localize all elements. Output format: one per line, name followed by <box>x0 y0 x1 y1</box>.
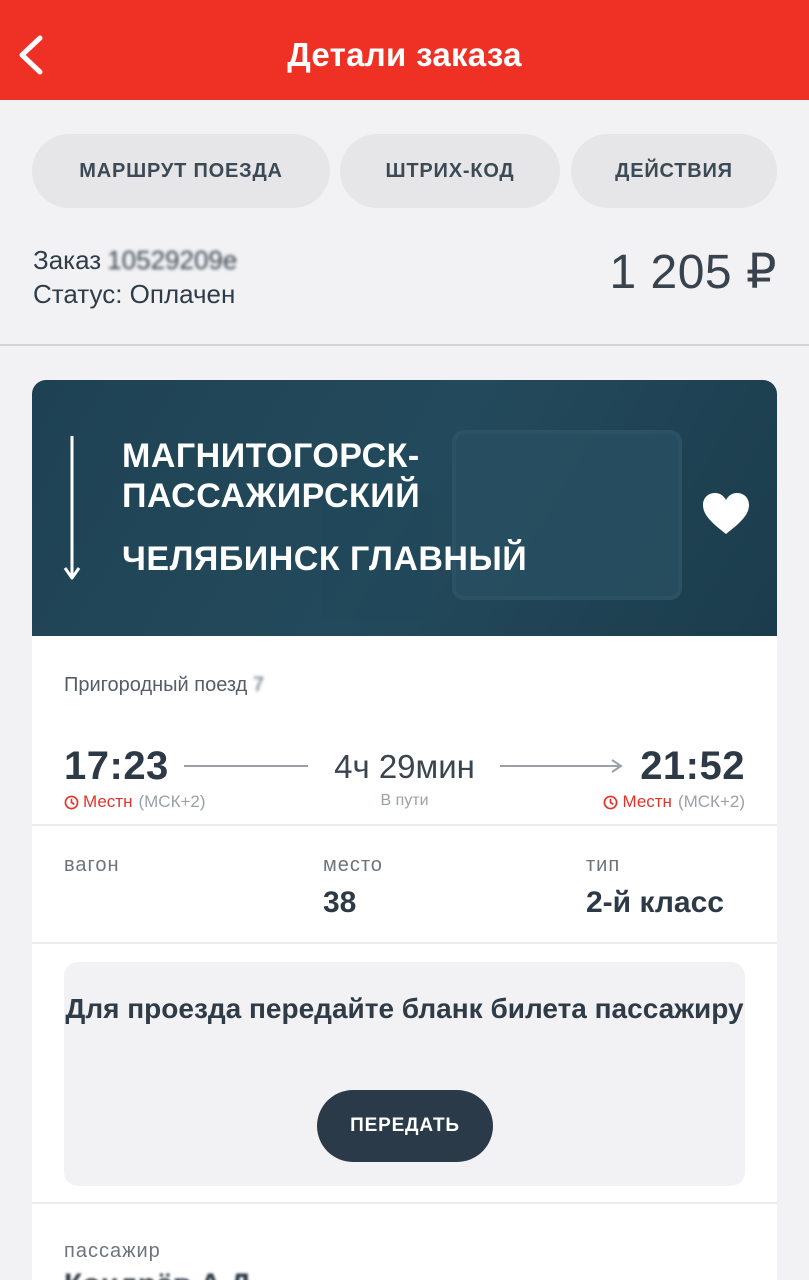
order-status: Статус: Оплачен <box>33 279 236 309</box>
local-time-label: Местн <box>622 792 672 811</box>
timezone-offset: (МСК+2) <box>677 792 745 811</box>
order-price: 1 205 ₽ <box>609 246 777 299</box>
favorite-button[interactable] <box>702 492 750 536</box>
segment-tabs: МАРШРУТ ПОЕЗДА ШТРИХ-КОД ДЕЙСТВИЯ <box>32 134 777 208</box>
heart-icon <box>703 493 749 534</box>
notice-text: Для проезда передайте бланк билета пасса… <box>65 993 744 1024</box>
divider <box>32 824 777 826</box>
page-title: Детали заказа <box>287 36 522 73</box>
type-value: 2-й класс <box>586 886 724 919</box>
seat-label: место <box>323 854 383 876</box>
divider <box>0 344 809 346</box>
car-label: вагон <box>64 854 120 876</box>
seat-value: 38 <box>323 886 357 919</box>
arrival-timezone: Местн (МСК+2) <box>603 792 745 812</box>
departure-station: МАГНИТОГОРСК-ПАССАЖИРСКИЙ <box>122 437 421 515</box>
top-app-bar: Детали заказа <box>0 0 809 100</box>
arrival-time: 21:52 <box>640 744 745 788</box>
transfer-notice: Для проезда передайте бланк билета пасса… <box>64 962 745 1186</box>
train-type: Пригородный поезд <box>64 674 248 696</box>
passenger-label: пассажир <box>64 1240 161 1262</box>
passenger-name: Кондрёв А.Д. <box>64 1268 259 1280</box>
tab-barcode[interactable]: ШТРИХ-КОД <box>340 134 560 208</box>
order-number: 10529209е <box>107 245 238 275</box>
order-label: Заказ <box>33 245 102 275</box>
arrow-down-icon <box>63 436 81 580</box>
divider <box>32 942 777 944</box>
tab-train-route[interactable]: МАРШРУТ ПОЕЗДА <box>32 134 330 208</box>
order-info: Заказ 10529209е Статус: Оплачен <box>33 243 237 311</box>
transfer-button[interactable]: ПЕРЕДАТЬ <box>317 1090 493 1162</box>
arrow-right-icon <box>500 759 623 773</box>
ticket-card: МАГНИТОГОРСК-ПАССАЖИРСКИЙ ЧЕЛЯБИНСК ГЛАВ… <box>32 380 777 1280</box>
type-label: тип <box>586 854 621 876</box>
train-number: 7 <box>252 674 264 696</box>
divider <box>32 1202 777 1204</box>
route-hero: МАГНИТОГОРСК-ПАССАЖИРСКИЙ ЧЕЛЯБИНСК ГЛАВ… <box>32 380 777 636</box>
order-number-row: Заказ 10529209е <box>33 243 237 277</box>
tab-actions[interactable]: ДЕЙСТВИЯ <box>571 134 777 208</box>
arrival-station: ЧЕЛЯБИНСК ГЛАВНЫЙ <box>122 540 528 578</box>
clock-icon <box>604 795 618 809</box>
train-name: Пригородный поезд 7 <box>64 674 264 697</box>
